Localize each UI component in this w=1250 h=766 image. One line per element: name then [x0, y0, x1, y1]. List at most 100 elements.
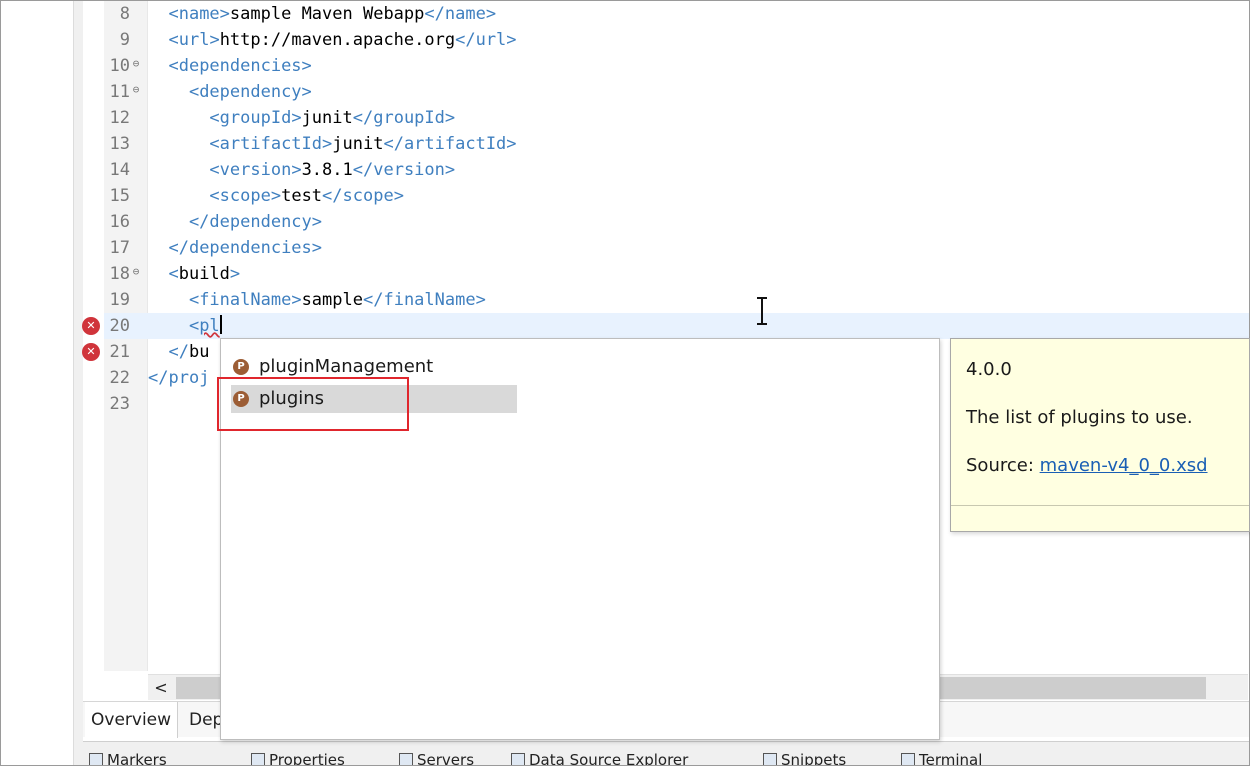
- code-token: </: [352, 108, 374, 128]
- code-token: >: [301, 82, 312, 102]
- code-line[interactable]: 15 <scope>test</scope>: [104, 183, 1249, 209]
- code-token: >: [506, 30, 517, 50]
- view-properties[interactable]: Properties: [251, 748, 345, 765]
- code-token: <: [148, 160, 220, 180]
- code-line[interactable]: 9 <url>http://maven.apache.org</url>: [104, 27, 1249, 53]
- code-line[interactable]: 12 <groupId>junit</groupId>: [104, 105, 1249, 131]
- code-line[interactable]: 13 <artifactId>junit</artifactId>: [104, 131, 1249, 157]
- code-token: >: [219, 4, 230, 24]
- panel-divider[interactable]: [73, 1, 83, 765]
- code-text[interactable]: <dependency>: [148, 79, 312, 105]
- view-terminal[interactable]: Terminal: [901, 748, 982, 765]
- code-token: >: [444, 108, 456, 128]
- code-token: </: [148, 238, 189, 258]
- code-token: <: [148, 82, 200, 102]
- code-token: dependency: [199, 82, 302, 102]
- code-token: pl: [199, 316, 220, 336]
- info-version: 4.0.0: [966, 359, 1012, 380]
- code-text[interactable]: </bu: [148, 339, 209, 365]
- tab-overview[interactable]: Overview: [85, 702, 179, 738]
- code-token: >: [475, 290, 486, 310]
- code-token: </: [383, 134, 404, 154]
- error-marker-icon[interactable]: ✕: [82, 343, 100, 361]
- view-markers[interactable]: Markers: [89, 748, 167, 765]
- code-line[interactable]: 17 </dependencies>: [104, 235, 1249, 261]
- code-token: >: [270, 186, 282, 206]
- code-token: >: [291, 160, 302, 180]
- bottom-views-bar: Markers Properties Servers Data Source E…: [83, 741, 1249, 765]
- code-token: >: [209, 30, 220, 50]
- fold-toggle-icon[interactable]: ⊖: [130, 84, 142, 96]
- info-divider: [951, 505, 1249, 506]
- code-token: name: [178, 4, 220, 24]
- code-token: dependencies: [188, 238, 312, 258]
- view-snippets[interactable]: Snippets: [763, 748, 846, 765]
- info-description: The list of plugins to use.: [966, 407, 1193, 428]
- code-token: </: [455, 30, 476, 50]
- info-source-link[interactable]: maven-v4_0_0.xsd: [1040, 455, 1208, 476]
- code-line[interactable]: 16 </dependency>: [104, 209, 1249, 235]
- code-text[interactable]: <pl: [148, 313, 222, 339]
- code-token: test: [281, 186, 323, 206]
- code-token: groupId: [373, 108, 445, 128]
- line-number: 15: [109, 186, 130, 206]
- line-number: 18: [109, 264, 130, 284]
- code-token: >: [444, 160, 456, 180]
- code-token: <: [148, 290, 200, 310]
- line-number: 22: [109, 368, 130, 388]
- code-token: dependency: [209, 212, 312, 232]
- code-token: <: [148, 30, 179, 50]
- line-number: 8: [119, 4, 130, 24]
- code-line[interactable]: 14 <version>3.8.1</version>: [104, 157, 1249, 183]
- code-token: >: [311, 212, 323, 232]
- code-token: </: [148, 342, 189, 362]
- line-number: 19: [109, 290, 130, 310]
- code-token: >: [322, 134, 333, 154]
- code-token: junit: [301, 108, 353, 128]
- code-line[interactable]: 18 ⊖ <build>: [104, 261, 1249, 287]
- line-number: 21: [109, 342, 130, 362]
- code-text[interactable]: <url>http://maven.apache.org</url>: [148, 27, 517, 53]
- line-number: 13: [109, 134, 130, 154]
- code-token: >: [291, 108, 302, 128]
- code-text[interactable]: </proj: [148, 365, 209, 391]
- code-text[interactable]: <artifactId>junit</artifactId>: [148, 131, 516, 157]
- code-token: bu: [188, 342, 210, 362]
- view-label: Markers: [107, 751, 167, 765]
- view-label: Servers: [417, 751, 475, 765]
- code-line[interactable]: 11 ⊖ <dependency>: [104, 79, 1249, 105]
- code-token: finalName: [199, 290, 292, 310]
- code-line[interactable]: 8 <name>sample Maven Webapp</name>: [104, 1, 1249, 27]
- info-source-label: Source:: [966, 455, 1034, 476]
- line-number: 10: [109, 56, 130, 76]
- fold-toggle-icon[interactable]: ⊖: [130, 58, 142, 70]
- code-token: <: [148, 108, 220, 128]
- code-text[interactable]: </dependencies>: [148, 235, 322, 261]
- left-panel: [1, 1, 73, 765]
- view-data-source-explorer[interactable]: Data Source Explorer: [511, 748, 688, 765]
- code-text[interactable]: </dependency>: [148, 209, 322, 235]
- markers-icon: [89, 753, 103, 765]
- view-servers[interactable]: Servers: [399, 748, 474, 765]
- fold-toggle-icon[interactable]: ⊖: [130, 266, 142, 278]
- code-token: build: [178, 264, 230, 284]
- property-icon: P: [233, 359, 249, 375]
- code-line[interactable]: 19 <finalName>sample</finalName>: [104, 287, 1249, 313]
- code-line[interactable]: 10 ⊖ <dependencies>: [104, 53, 1249, 79]
- text-caret: [219, 315, 222, 334]
- code-token: version: [373, 160, 445, 180]
- code-text[interactable]: <dependencies>: [148, 53, 311, 79]
- code-text[interactable]: <finalName>sample</finalName>: [148, 287, 486, 313]
- code-text[interactable]: <version>3.8.1</version>: [148, 157, 455, 183]
- code-token: artifactId: [219, 134, 323, 154]
- view-label: Terminal: [919, 751, 983, 765]
- scroll-left-arrow-icon[interactable]: <: [148, 675, 174, 701]
- code-text[interactable]: <build>: [148, 261, 240, 287]
- error-marker-icon[interactable]: ✕: [82, 317, 100, 335]
- code-line[interactable]: 20 ✕ <pl: [82, 313, 1249, 339]
- servers-icon: [399, 753, 413, 765]
- code-text[interactable]: <scope>test</scope>: [148, 183, 404, 209]
- code-token: <: [148, 186, 220, 206]
- code-text[interactable]: <groupId>junit</groupId>: [148, 105, 455, 131]
- code-text[interactable]: <name>sample Maven Webapp</name>: [148, 1, 496, 27]
